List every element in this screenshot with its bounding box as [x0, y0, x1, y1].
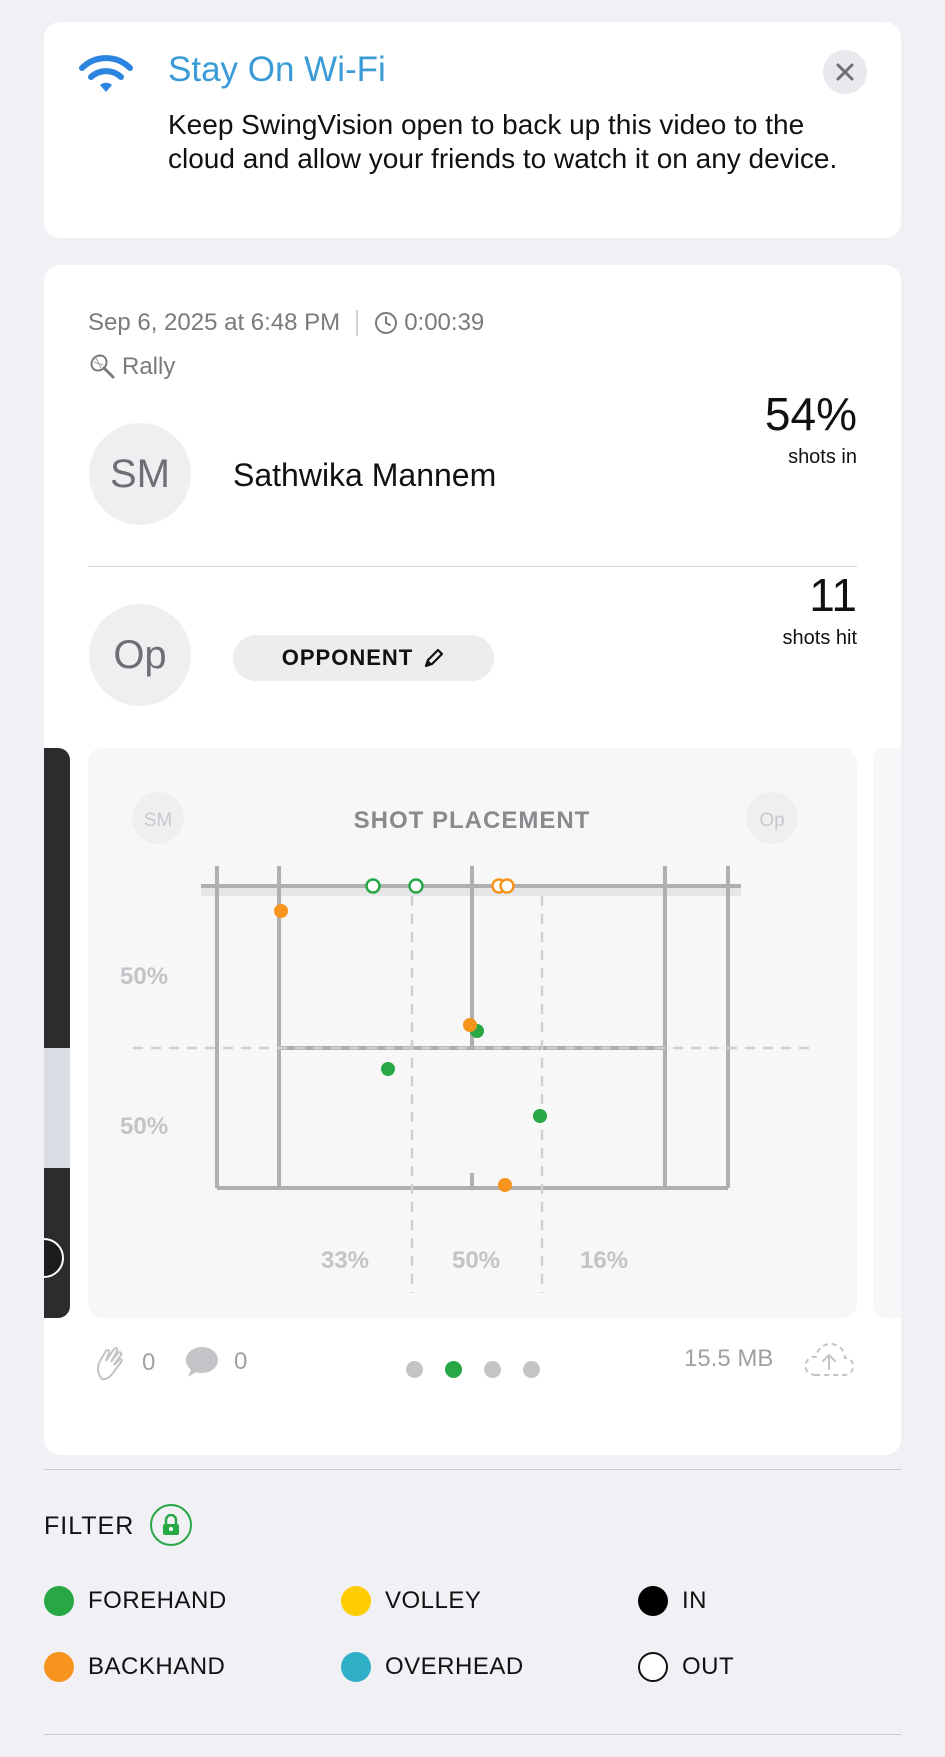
page-dot[interactable] — [523, 1361, 540, 1378]
filter-backhand[interactable]: BACKHAND — [44, 1652, 225, 1682]
filter-out[interactable]: OUT — [638, 1652, 734, 1682]
session-mode: Rally — [88, 353, 175, 381]
in-swatch — [638, 1586, 668, 1616]
shot-marker-backhand-out — [499, 878, 515, 894]
page-indicator[interactable] — [406, 1361, 562, 1378]
depth-bottom-percent: 50% — [120, 1113, 168, 1140]
filter-out-label: OUT — [682, 1653, 735, 1680]
shot-marker-backhand-in — [498, 1178, 512, 1192]
section-divider — [44, 1469, 901, 1470]
wifi-icon — [79, 55, 133, 92]
clap-icon — [96, 1346, 123, 1381]
file-size: 15.5 MB — [684, 1345, 774, 1372]
close-button[interactable] — [823, 50, 867, 94]
next-slide-preview[interactable] — [873, 748, 901, 1318]
banner-title: Stay On Wi-Fi — [168, 50, 386, 89]
session-card[interactable]: Sep 6, 2025 at 6:48 PM 0:00:39 Rally SM … — [44, 265, 901, 1455]
filter-backhand-label: BACKHAND — [88, 1653, 226, 1680]
previous-slide-preview[interactable] — [44, 748, 70, 1318]
filter-forehand[interactable]: FOREHAND — [44, 1586, 227, 1616]
wifi-banner: Stay On Wi-Fi Keep SwingVision open to b… — [44, 22, 901, 238]
depth-top-percent: 50% — [120, 963, 168, 990]
filter-overhead-label: OVERHEAD — [385, 1653, 524, 1680]
banner-body: Keep SwingVision open to back up this vi… — [168, 109, 838, 174]
opponent-shots-hit-label: shots hit — [782, 627, 857, 649]
backhand-swatch — [44, 1652, 74, 1682]
video-thumbnail-fragment — [44, 1048, 70, 1168]
filter-in-label: IN — [682, 1587, 707, 1614]
filter-title: FILTER — [44, 1512, 135, 1540]
comments[interactable]: 0 — [184, 1345, 247, 1379]
comment-icon — [186, 1347, 218, 1377]
opponent-shots-hit-value: 11 — [809, 569, 857, 621]
filter-in[interactable]: IN — [638, 1586, 707, 1616]
volley-swatch — [341, 1586, 371, 1616]
opponent-avatar[interactable]: Op — [89, 604, 191, 706]
right-player-badge-label: Op — [759, 810, 784, 831]
overhead-swatch — [341, 1652, 371, 1682]
filter-lock-button[interactable] — [150, 1504, 192, 1546]
player-avatar[interactable]: SM — [89, 423, 191, 525]
pencil-icon — [425, 648, 444, 668]
player-shots-in-value: 54% — [764, 388, 857, 440]
cloud-upload-icon[interactable] — [802, 1339, 856, 1379]
column-mid-percent: 50% — [452, 1247, 500, 1274]
shot-placement-chart[interactable]: SM Op SHOT PLACEMENT 50% 50% 33% 50% 16% — [88, 748, 857, 1318]
session-meta: Sep 6, 2025 at 6:48 PM 0:00:39 — [88, 309, 484, 337]
shot-marker-forehand-out — [408, 878, 424, 894]
opponent-edit-button[interactable]: OPPONENT — [233, 635, 494, 681]
shot-marker-forehand-in — [533, 1109, 547, 1123]
chart-title: SHOT PLACEMENT — [354, 807, 591, 834]
out-swatch — [638, 1652, 668, 1682]
page-dot[interactable] — [406, 1361, 423, 1378]
shot-marker-forehand-in — [381, 1062, 395, 1076]
shot-marker-backhand-in — [274, 904, 288, 918]
session-mode-label: Rally — [122, 353, 176, 380]
likes[interactable]: 0 — [94, 1345, 155, 1381]
player-name[interactable]: Sathwika Mannem — [233, 457, 496, 494]
players-divider — [88, 566, 857, 567]
court-diagram: SM Op SHOT PLACEMENT 50% 50% 33% 50% 16% — [120, 792, 813, 1293]
forehand-swatch — [44, 1586, 74, 1616]
racket-icon — [90, 354, 115, 379]
session-duration: 0:00:39 — [404, 309, 485, 336]
left-player-badge-label: SM — [144, 810, 173, 831]
shot-marker-backhand-in — [463, 1018, 477, 1032]
filter-volley[interactable]: VOLLEY — [341, 1586, 481, 1616]
clock-icon — [375, 312, 398, 334]
play-icon — [44, 1238, 64, 1278]
meta-divider — [356, 310, 359, 336]
shot-markers — [274, 878, 547, 1192]
column-right-percent: 16% — [580, 1247, 628, 1274]
page-dot-active[interactable] — [445, 1361, 462, 1378]
column-left-percent: 33% — [321, 1247, 369, 1274]
filter-overhead[interactable]: OVERHEAD — [341, 1652, 524, 1682]
lock-icon — [163, 1514, 179, 1535]
bottom-divider — [44, 1734, 901, 1735]
player-shots-in-label: shots in — [788, 446, 857, 468]
shot-marker-forehand-out — [365, 878, 381, 894]
close-icon — [836, 63, 854, 81]
likes-count: 0 — [142, 1349, 156, 1376]
page-dot[interactable] — [484, 1361, 501, 1378]
opponent-label: OPPONENT — [281, 645, 414, 670]
comments-count: 0 — [234, 1348, 248, 1375]
session-date: Sep 6, 2025 at 6:48 PM — [88, 309, 341, 336]
filter-forehand-label: FOREHAND — [88, 1587, 227, 1614]
filter-volley-label: VOLLEY — [385, 1587, 482, 1614]
